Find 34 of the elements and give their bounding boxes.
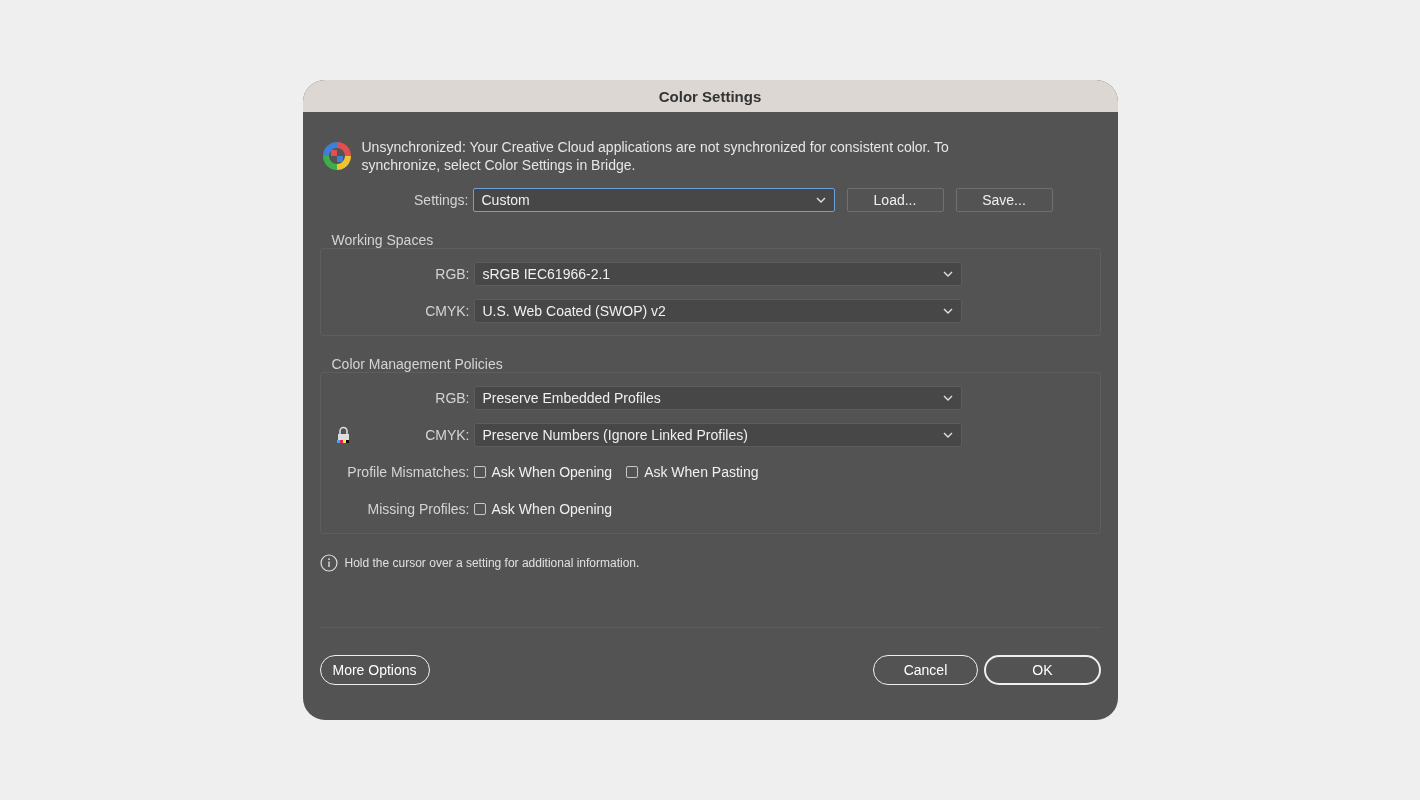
field-label: CMYK:: [425, 427, 470, 443]
sync-message: Unsynchronized: Your Creative Cloud applications are not synchronized for consistent color. To synchronize, select Color Settings in Bridge.: [361, 138, 950, 174]
dropdown[interactable]: sRGB IEC61966-2.1: [473, 262, 962, 286]
chevron-down-icon: [942, 432, 953, 438]
group-title: Color Management Policies: [331, 356, 504, 372]
field-label: RGB:: [435, 266, 470, 282]
info-icon: [319, 554, 338, 572]
dropdown[interactable]: Preserve Embedded Profiles: [473, 386, 962, 410]
checkbox[interactable]: [473, 466, 486, 478]
dropdown[interactable]: Preserve Numbers (Ignore Linked Profiles): [473, 423, 962, 447]
settings-dropdown[interactable]: Custom: [472, 188, 835, 212]
dialog-button[interactable]: Load...: [846, 188, 944, 212]
checkbox[interactable]: [626, 466, 639, 478]
dialog-button[interactable]: Save...: [955, 188, 1053, 212]
checkbox-label: Ask When Opening: [491, 501, 613, 517]
dropdown[interactable]: U.S. Web Coated (SWOP) v2: [473, 299, 962, 323]
dialog-button[interactable]: OK: [984, 655, 1101, 685]
window-title: Color Settings: [658, 87, 762, 105]
dialog-button[interactable]: Cancel: [872, 655, 979, 685]
field-label: Settings:: [414, 192, 469, 208]
chevron-down-icon: [942, 395, 953, 401]
field-label: RGB:: [435, 390, 470, 406]
hint-text: Hold the cursor over a setting for additional information.: [344, 556, 640, 570]
chevron-down-icon: [815, 197, 826, 203]
field-label: Missing Profiles:: [367, 501, 470, 517]
checkbox[interactable]: [473, 503, 486, 515]
field-label: CMYK:: [425, 303, 470, 319]
checkbox-label: Ask When Pasting: [644, 464, 759, 480]
chevron-down-icon: [942, 308, 953, 314]
chevron-down-icon: [942, 271, 953, 277]
field-label: Profile Mismatches:: [347, 464, 470, 480]
checkbox-label: Ask When Opening: [491, 464, 613, 480]
more-options-button[interactable]: More Options: [319, 655, 430, 685]
group-title: Working Spaces: [331, 232, 435, 248]
